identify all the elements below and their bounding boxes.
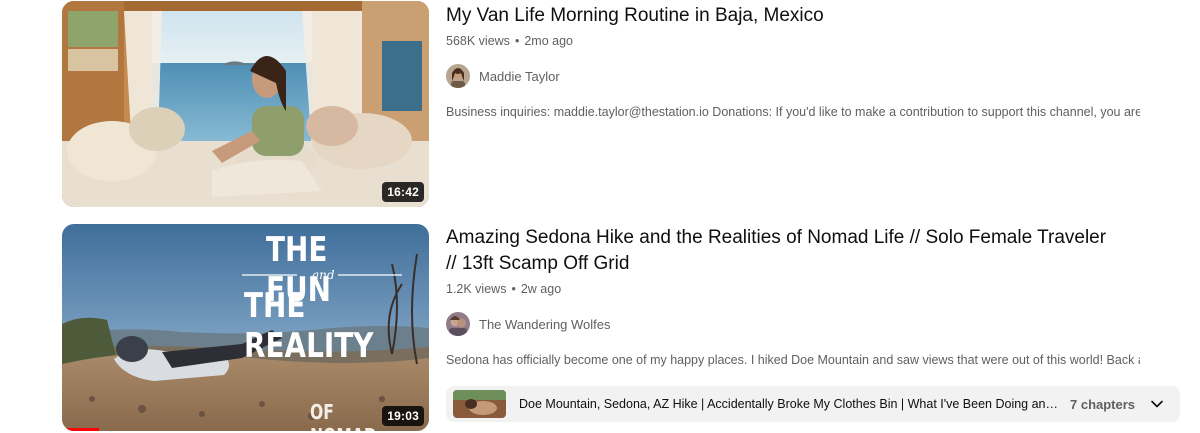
video-duration: 19:03 xyxy=(382,406,424,426)
van-interior-thumbnail-image xyxy=(62,1,429,207)
view-count: 568K views xyxy=(446,34,510,48)
video-info: My Van Life Morning Routine in Baja, Mex… xyxy=(446,0,1140,121)
video-duration: 16:42 xyxy=(382,182,424,202)
description-snippet: Sedona has officially become one of my h… xyxy=(446,353,1140,367)
watch-progress-bar xyxy=(62,428,99,431)
channel-avatar[interactable] xyxy=(446,64,470,88)
upload-age: 2w ago xyxy=(520,282,562,296)
view-count: 1.2K views xyxy=(446,282,507,296)
video-title[interactable]: My Van Life Morning Routine in Baja, Mex… xyxy=(446,3,1140,29)
video-metadata: 1.2K views • 2w ago xyxy=(446,280,1140,298)
sedona-hike-thumbnail-image xyxy=(62,224,429,431)
chapters-panel[interactable]: Doe Mountain, Sedona, AZ Hike | Accident… xyxy=(446,386,1180,422)
search-results: 16:42 My Van Life Morning Routine in Baj… xyxy=(0,0,1200,433)
video-result: THE FUN and THE REALITY OF NOMAD 19:03 A… xyxy=(0,222,1200,433)
video-result: 16:42 My Van Life Morning Routine in Baj… xyxy=(0,0,1200,210)
channel-name[interactable]: Maddie Taylor xyxy=(479,69,560,84)
channel-avatar[interactable] xyxy=(446,312,470,336)
video-thumbnail[interactable]: 16:42 xyxy=(62,1,429,207)
description-snippet: Business inquiries: maddie.taylor@thesta… xyxy=(446,105,1140,119)
chevron-down-icon[interactable] xyxy=(1149,396,1165,412)
chapter-thumbnail[interactable] xyxy=(453,390,506,418)
separator-dot: • xyxy=(514,34,520,48)
chapter-count[interactable]: 7 chapters xyxy=(1070,397,1135,412)
upload-age: 2mo ago xyxy=(524,34,573,48)
chapter-title[interactable]: Doe Mountain, Sedona, AZ Hike | Accident… xyxy=(519,397,1059,411)
channel-link[interactable]: The Wandering Wolfes xyxy=(446,312,1140,336)
separator-dot: • xyxy=(511,282,516,296)
channel-link[interactable]: Maddie Taylor xyxy=(446,64,1140,88)
channel-name[interactable]: The Wandering Wolfes xyxy=(479,317,611,332)
video-title[interactable]: Amazing Sedona Hike and the Realities of… xyxy=(446,225,1116,277)
video-thumbnail[interactable]: THE FUN and THE REALITY OF NOMAD 19:03 xyxy=(62,224,429,431)
video-info: Amazing Sedona Hike and the Realities of… xyxy=(446,222,1140,369)
video-metadata: 568K views • 2mo ago xyxy=(446,32,1140,50)
